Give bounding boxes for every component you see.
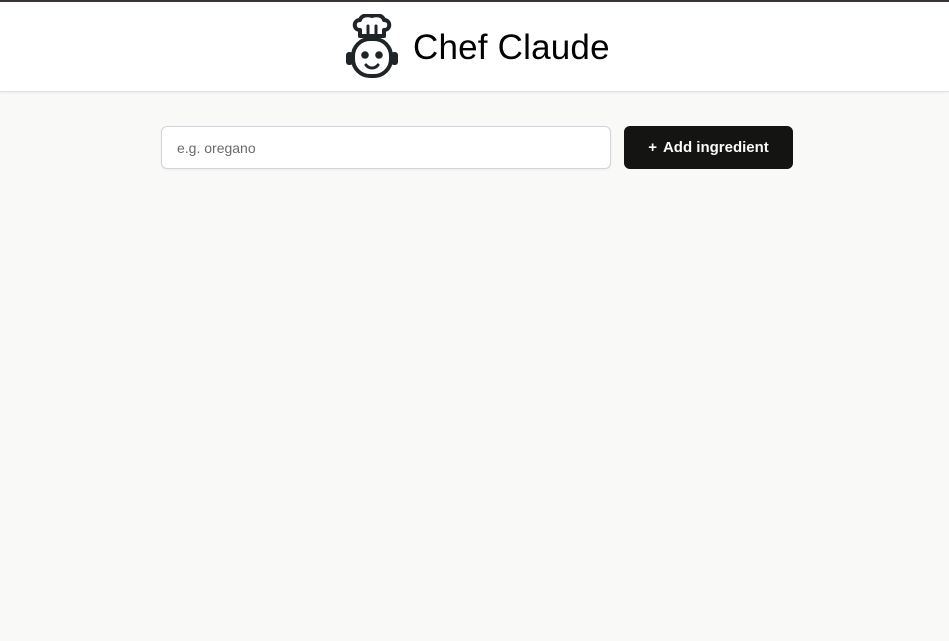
app-header: Chef Claude (0, 2, 949, 92)
add-ingredient-form: + Add ingredient (161, 126, 793, 169)
brand: Chef Claude (344, 14, 610, 80)
app-title: Chef Claude (413, 27, 610, 67)
plus-icon: + (648, 139, 657, 156)
ingredient-input[interactable] (161, 126, 611, 169)
add-ingredient-button[interactable]: + Add ingredient (624, 126, 793, 169)
add-ingredient-button-label: Add ingredient (662, 139, 769, 156)
chef-robot-icon (346, 14, 398, 78)
